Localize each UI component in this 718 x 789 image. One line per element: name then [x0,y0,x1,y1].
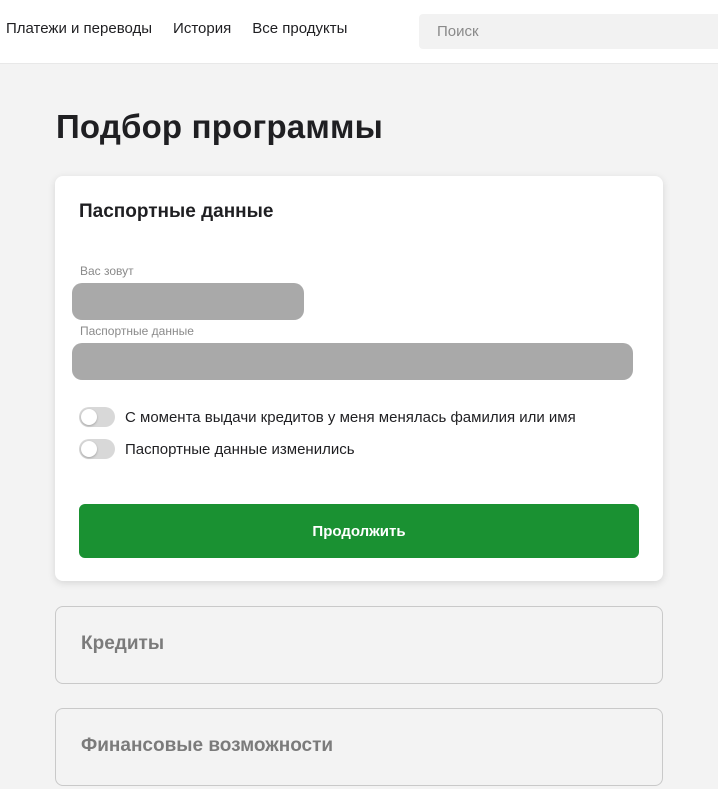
name-changed-toggle-label: С момента выдачи кредитов у меня менялас… [125,408,576,426]
passport-changed-toggle-label: Паспортные данные изменились [125,440,355,458]
passport-field[interactable] [72,343,633,380]
section-credits-title: Кредиты [81,633,165,654]
passport-field-label: Паспортные данные [80,324,194,338]
passport-data-card: Паспортные данные Вас зовут Паспортные д… [55,176,663,581]
card-title: Паспортные данные [79,201,274,222]
search-input[interactable] [419,14,718,49]
section-financial-opportunities-title: Финансовые возможности [81,735,334,756]
toggle-row-passport-changed: Паспортные данные изменились [79,439,355,459]
section-financial-opportunities[interactable]: Финансовые возможности [55,708,663,786]
main-nav: Платежи и переводы История Все продукты [6,20,347,37]
top-navigation-bar: Платежи и переводы История Все продукты [0,0,718,64]
nav-item-payments[interactable]: Платежи и переводы [6,20,152,37]
nav-item-all-products[interactable]: Все продукты [252,20,347,37]
toggle-knob [81,409,97,425]
toggle-row-name-changed: С момента выдачи кредитов у меня менялас… [79,407,576,427]
name-field[interactable] [72,283,304,320]
toggle-knob [81,441,97,457]
continue-button[interactable]: Продолжить [79,504,639,558]
name-field-label: Вас зовут [80,264,134,278]
name-changed-toggle[interactable] [79,407,115,427]
section-credits[interactable]: Кредиты [55,606,663,684]
passport-changed-toggle[interactable] [79,439,115,459]
page-title: Подбор программы [56,108,383,145]
nav-item-history[interactable]: История [173,20,231,37]
